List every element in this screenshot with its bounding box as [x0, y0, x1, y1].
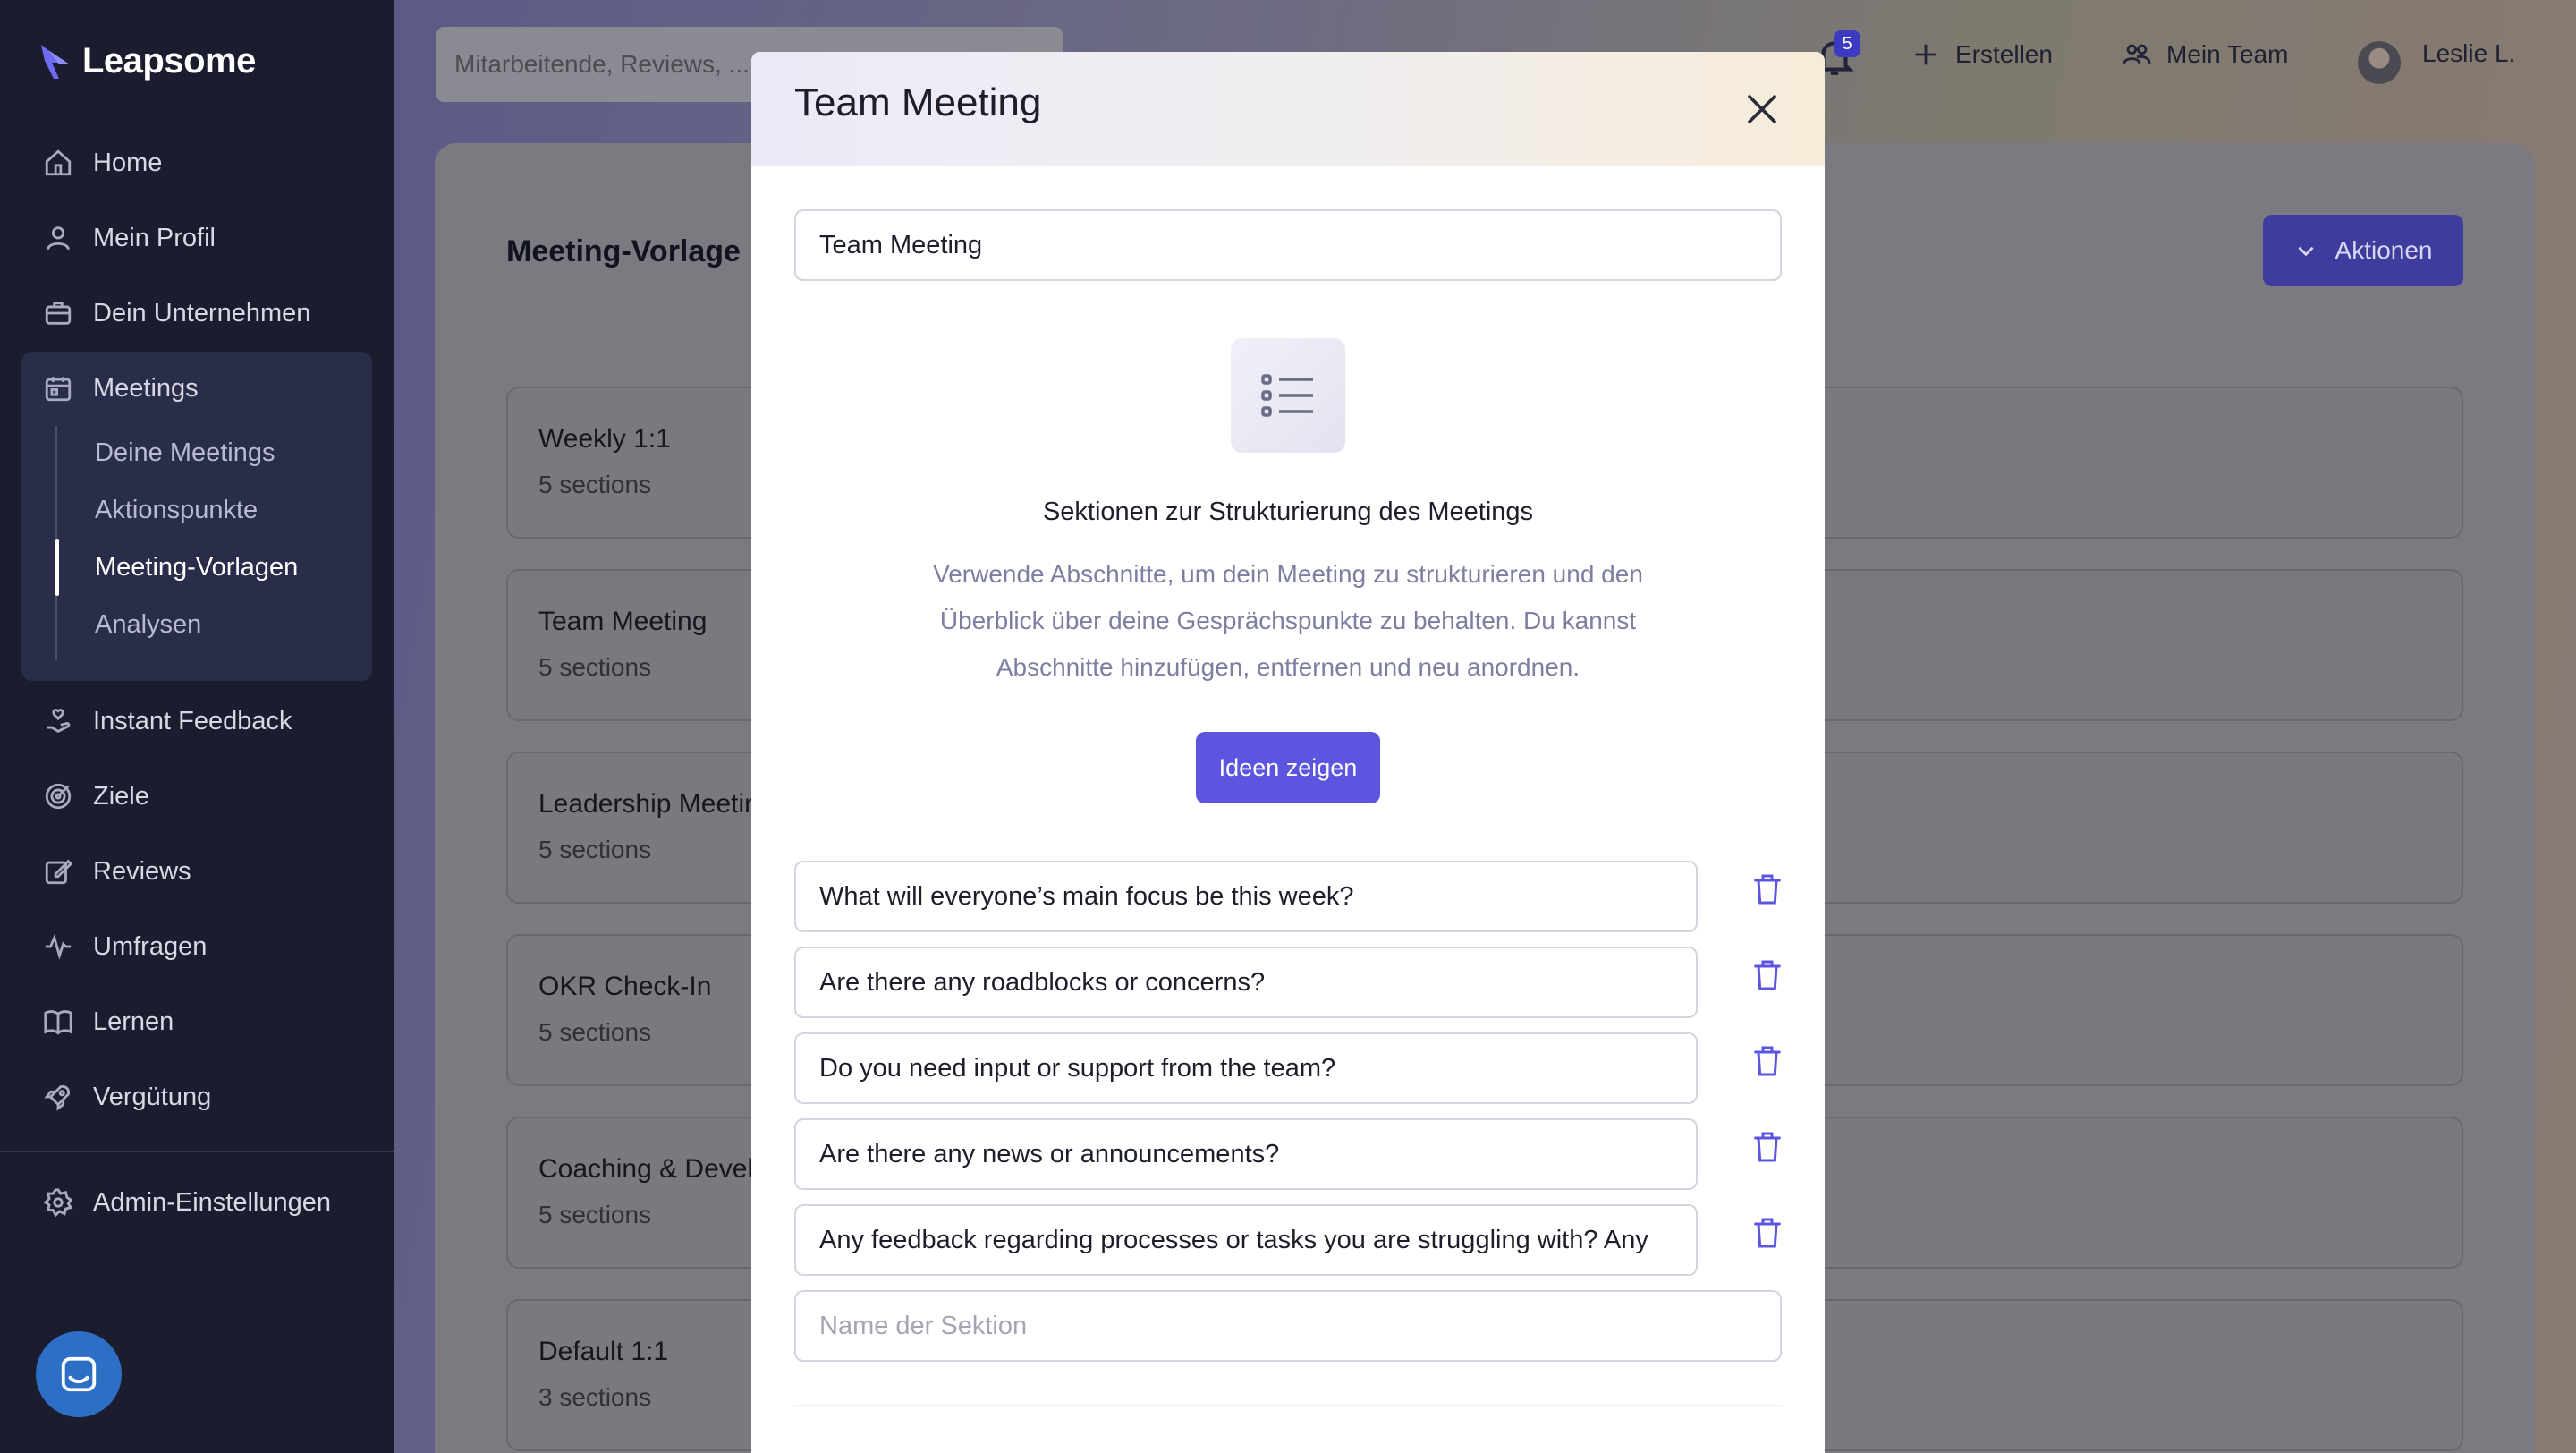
- section-input[interactable]: Do you need input or support from the te…: [794, 1032, 1698, 1104]
- sidebar-item-label: Umfragen: [93, 931, 208, 961]
- avatar[interactable]: [2358, 41, 2401, 84]
- sidebar-item-home[interactable]: Home: [43, 136, 162, 190]
- gear-icon: [43, 1188, 73, 1218]
- plus-icon: [1915, 44, 1936, 65]
- sections-heading: Sektionen zur Strukturierung des Meeting…: [1042, 497, 1534, 526]
- checklist-icon: [1261, 374, 1313, 417]
- home-icon: [45, 149, 72, 176]
- sections-illustration: [1231, 338, 1345, 453]
- new-section-input[interactable]: Name der Sektion: [794, 1290, 1782, 1362]
- sidebar-item-surveys[interactable]: Umfragen: [43, 920, 207, 973]
- actions-label: Aktionen: [2334, 236, 2433, 264]
- template-name: OKR Check-In: [538, 972, 712, 1001]
- trash-icon[interactable]: [1750, 1129, 1785, 1165]
- create-button[interactable]: Erstellen: [1911, 39, 2053, 70]
- my-team-label: Mein Team: [2166, 40, 2289, 68]
- sidebar-item-label: Ziele: [93, 781, 149, 811]
- my-team-button[interactable]: Mein Team: [2122, 39, 2288, 70]
- submenu-active-indicator: [55, 539, 59, 596]
- sidebar-item-label: Instant Feedback: [93, 706, 292, 735]
- sidebar-item-label: Home: [93, 148, 163, 177]
- template-name: Coaching & Devel: [538, 1154, 754, 1184]
- trash-icon[interactable]: [1750, 1215, 1785, 1251]
- create-label: Erstellen: [1955, 40, 2053, 68]
- sidebar-item-label: Vergütung: [93, 1082, 212, 1111]
- sidebar-item-profile[interactable]: Mein Profil: [43, 211, 216, 265]
- trash-icon[interactable]: [1750, 871, 1785, 907]
- template-name: Weekly 1:1: [538, 424, 671, 454]
- hand-heart-icon: [47, 709, 71, 733]
- template-name: Team Meeting: [538, 607, 708, 636]
- template-section-count: 5 sections: [538, 1018, 652, 1046]
- sidebar-item-reviews[interactable]: Reviews: [43, 845, 191, 898]
- section-input[interactable]: Are there any news or announcements?: [794, 1118, 1698, 1190]
- page-title: Meeting-Vorlage: [506, 234, 741, 268]
- chevron-down-icon: [2297, 246, 2314, 257]
- edit-icon: [45, 859, 73, 885]
- modal-title: Team Meeting: [794, 81, 1042, 124]
- sidebar-item-goals[interactable]: Ziele: [43, 769, 149, 823]
- briefcase-icon: [45, 302, 72, 325]
- sidebar-item-label: Lernen: [93, 1007, 174, 1036]
- template-section-count: 5 sections: [538, 471, 652, 498]
- user-icon: [47, 226, 70, 251]
- modal-divider: [794, 1405, 1782, 1406]
- sidebar-item-company[interactable]: Dein Unternehmen: [43, 286, 310, 340]
- calendar-icon: [45, 377, 72, 402]
- template-section-count: 5 sections: [538, 836, 652, 863]
- book-icon: [44, 1010, 72, 1035]
- sidebar-subitem-meeting-templates[interactable]: Meeting-Vorlagen: [95, 542, 298, 592]
- chat-icon: [61, 1356, 97, 1392]
- target-icon: [45, 783, 72, 810]
- sidebar-subitem-my-meetings[interactable]: Deine Meetings: [95, 428, 275, 478]
- section-input[interactable]: Any feedback regarding processes or task…: [794, 1204, 1698, 1276]
- trash-icon[interactable]: [1750, 957, 1785, 993]
- modal-header: Team Meeting: [751, 52, 1825, 166]
- sidebar-item-instant-feedback[interactable]: Instant Feedback: [43, 694, 292, 748]
- section-input[interactable]: Are there any roadblocks or concerns?: [794, 947, 1698, 1018]
- brand-name: Leapsome: [82, 41, 256, 81]
- show-ideas-button[interactable]: Ideen zeigen: [1196, 732, 1380, 803]
- template-name: Default 1:1: [538, 1337, 669, 1366]
- leapsome-logo-icon: [41, 44, 70, 79]
- template-editor-modal: Team Meeting Team Meeting Sektionen zur …: [751, 52, 1825, 1453]
- pulse-icon: [45, 933, 72, 960]
- brand-logo[interactable]: Leapsome: [39, 41, 256, 81]
- section-input[interactable]: What will everyone’s main focus be this …: [794, 861, 1698, 932]
- rocket-icon: [44, 1084, 71, 1111]
- template-section-count: 5 sections: [538, 1201, 652, 1228]
- app-window: Leapsome Home Mein Profil Dein Unternehm…: [0, 0, 2576, 1453]
- sidebar-item-label: Mein Profil: [93, 223, 216, 252]
- sidebar-item-label: Reviews: [93, 856, 191, 886]
- actions-button[interactable]: Aktionen: [2263, 215, 2463, 286]
- template-section-count: 3 sections: [538, 1383, 652, 1411]
- template-section-count: 5 sections: [538, 653, 652, 681]
- sidebar-item-label: Meetings: [93, 373, 199, 403]
- sections-description: Verwende Abschnitte, um dein Meeting zu …: [933, 560, 1643, 681]
- team-icon: [2123, 44, 2151, 64]
- sidebar-item-compensation[interactable]: Vergütung: [43, 1070, 211, 1124]
- sidebar-subitem-action-items[interactable]: Aktionspunkte: [95, 485, 258, 535]
- sidebar: Leapsome Home Mein Profil Dein Unternehm…: [0, 0, 394, 1453]
- sidebar-divider: [0, 1151, 394, 1152]
- support-chat-button[interactable]: [36, 1331, 122, 1417]
- user-name: Leslie L.: [2422, 39, 2516, 67]
- template-name-input[interactable]: Team Meeting: [794, 209, 1782, 281]
- sidebar-item-learning[interactable]: Lernen: [43, 995, 174, 1049]
- sidebar-item-label: Dein Unternehmen: [93, 298, 311, 327]
- trash-icon[interactable]: [1750, 1043, 1785, 1079]
- sidebar-subitem-analytics[interactable]: Analysen: [95, 599, 201, 650]
- sidebar-item-admin-settings[interactable]: Admin-Einstellungen: [43, 1176, 331, 1229]
- user-menu[interactable]: Leslie L.: [2422, 39, 2515, 68]
- notification-badge: 5: [1834, 30, 1860, 57]
- sidebar-item-meetings[interactable]: Meetings: [43, 361, 199, 415]
- close-icon[interactable]: [1741, 88, 1784, 131]
- template-name: Leadership Meetir: [538, 789, 754, 819]
- sidebar-item-label: Admin-Einstellungen: [93, 1187, 331, 1217]
